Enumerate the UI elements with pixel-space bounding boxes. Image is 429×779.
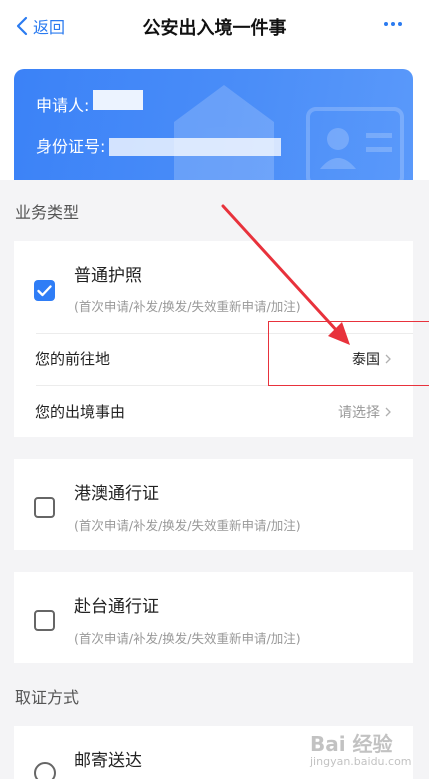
top-nav-bar: 返回 公安出入境一件事	[0, 0, 429, 52]
applicant-card: 申请人: 身份证号:	[14, 69, 413, 180]
more-button[interactable]	[381, 12, 405, 36]
exit-reason-label: 您的出境事由	[35, 403, 126, 421]
mail-delivery-title[interactable]: 邮寄送达	[74, 746, 142, 771]
exit-reason-placeholder: 请选择	[338, 405, 380, 421]
hk-macau-checkbox[interactable]	[34, 497, 55, 518]
passport-title[interactable]: 普通护照	[74, 261, 142, 286]
check-icon	[37, 284, 52, 296]
hk-macau-subtitle: (首次申请/补发/换发/失效重新申请/加注)	[74, 518, 301, 533]
chevron-right-icon	[385, 407, 391, 417]
pickup-method-label: 取证方式	[15, 688, 80, 707]
business-type-label: 业务类型	[15, 203, 80, 222]
mail-delivery-radio[interactable]	[34, 762, 56, 779]
applicant-name-row: 申请人:	[36, 90, 144, 116]
destination-label: 您的前往地	[35, 350, 111, 368]
watermark-brand: Bai 经验	[310, 732, 393, 756]
baidu-watermark: Bai 经验 jingyan.baidu.com	[310, 728, 412, 768]
taiwan-title[interactable]: 赴台通行证	[74, 592, 159, 617]
page-title: 公安出入境一件事	[142, 18, 287, 39]
taiwan-checkbox[interactable]	[34, 610, 55, 631]
applicant-id-label: 身份证号:	[36, 137, 106, 156]
exit-reason-row[interactable]: 您的出境事由 请选择	[14, 387, 413, 437]
taiwan-panel[interactable]: 赴台通行证 (首次申请/补发/换发/失效重新申请/加注)	[14, 572, 413, 663]
watermark-url: jingyan.baidu.com	[310, 755, 412, 768]
house-icon	[174, 85, 274, 180]
applicant-id-row: 身份证号:	[36, 133, 282, 157]
more-icon	[384, 22, 402, 26]
applicant-name-mask	[93, 90, 144, 110]
applicant-name-label: 申请人:	[36, 96, 90, 115]
taiwan-subtitle: (首次申请/补发/换发/失效重新申请/加注)	[74, 631, 301, 646]
hk-macau-panel[interactable]: 港澳通行证 (首次申请/补发/换发/失效重新申请/加注)	[14, 459, 413, 550]
id-card-icon	[306, 107, 404, 180]
passport-subtitle: (首次申请/补发/换发/失效重新申请/加注)	[74, 299, 301, 314]
applicant-id-mask	[109, 138, 282, 156]
exit-reason-value: 请选择	[338, 402, 391, 422]
annotation-highlight-box	[268, 321, 429, 386]
hk-macau-title[interactable]: 港澳通行证	[74, 479, 159, 504]
passport-checkbox[interactable]	[34, 280, 55, 301]
